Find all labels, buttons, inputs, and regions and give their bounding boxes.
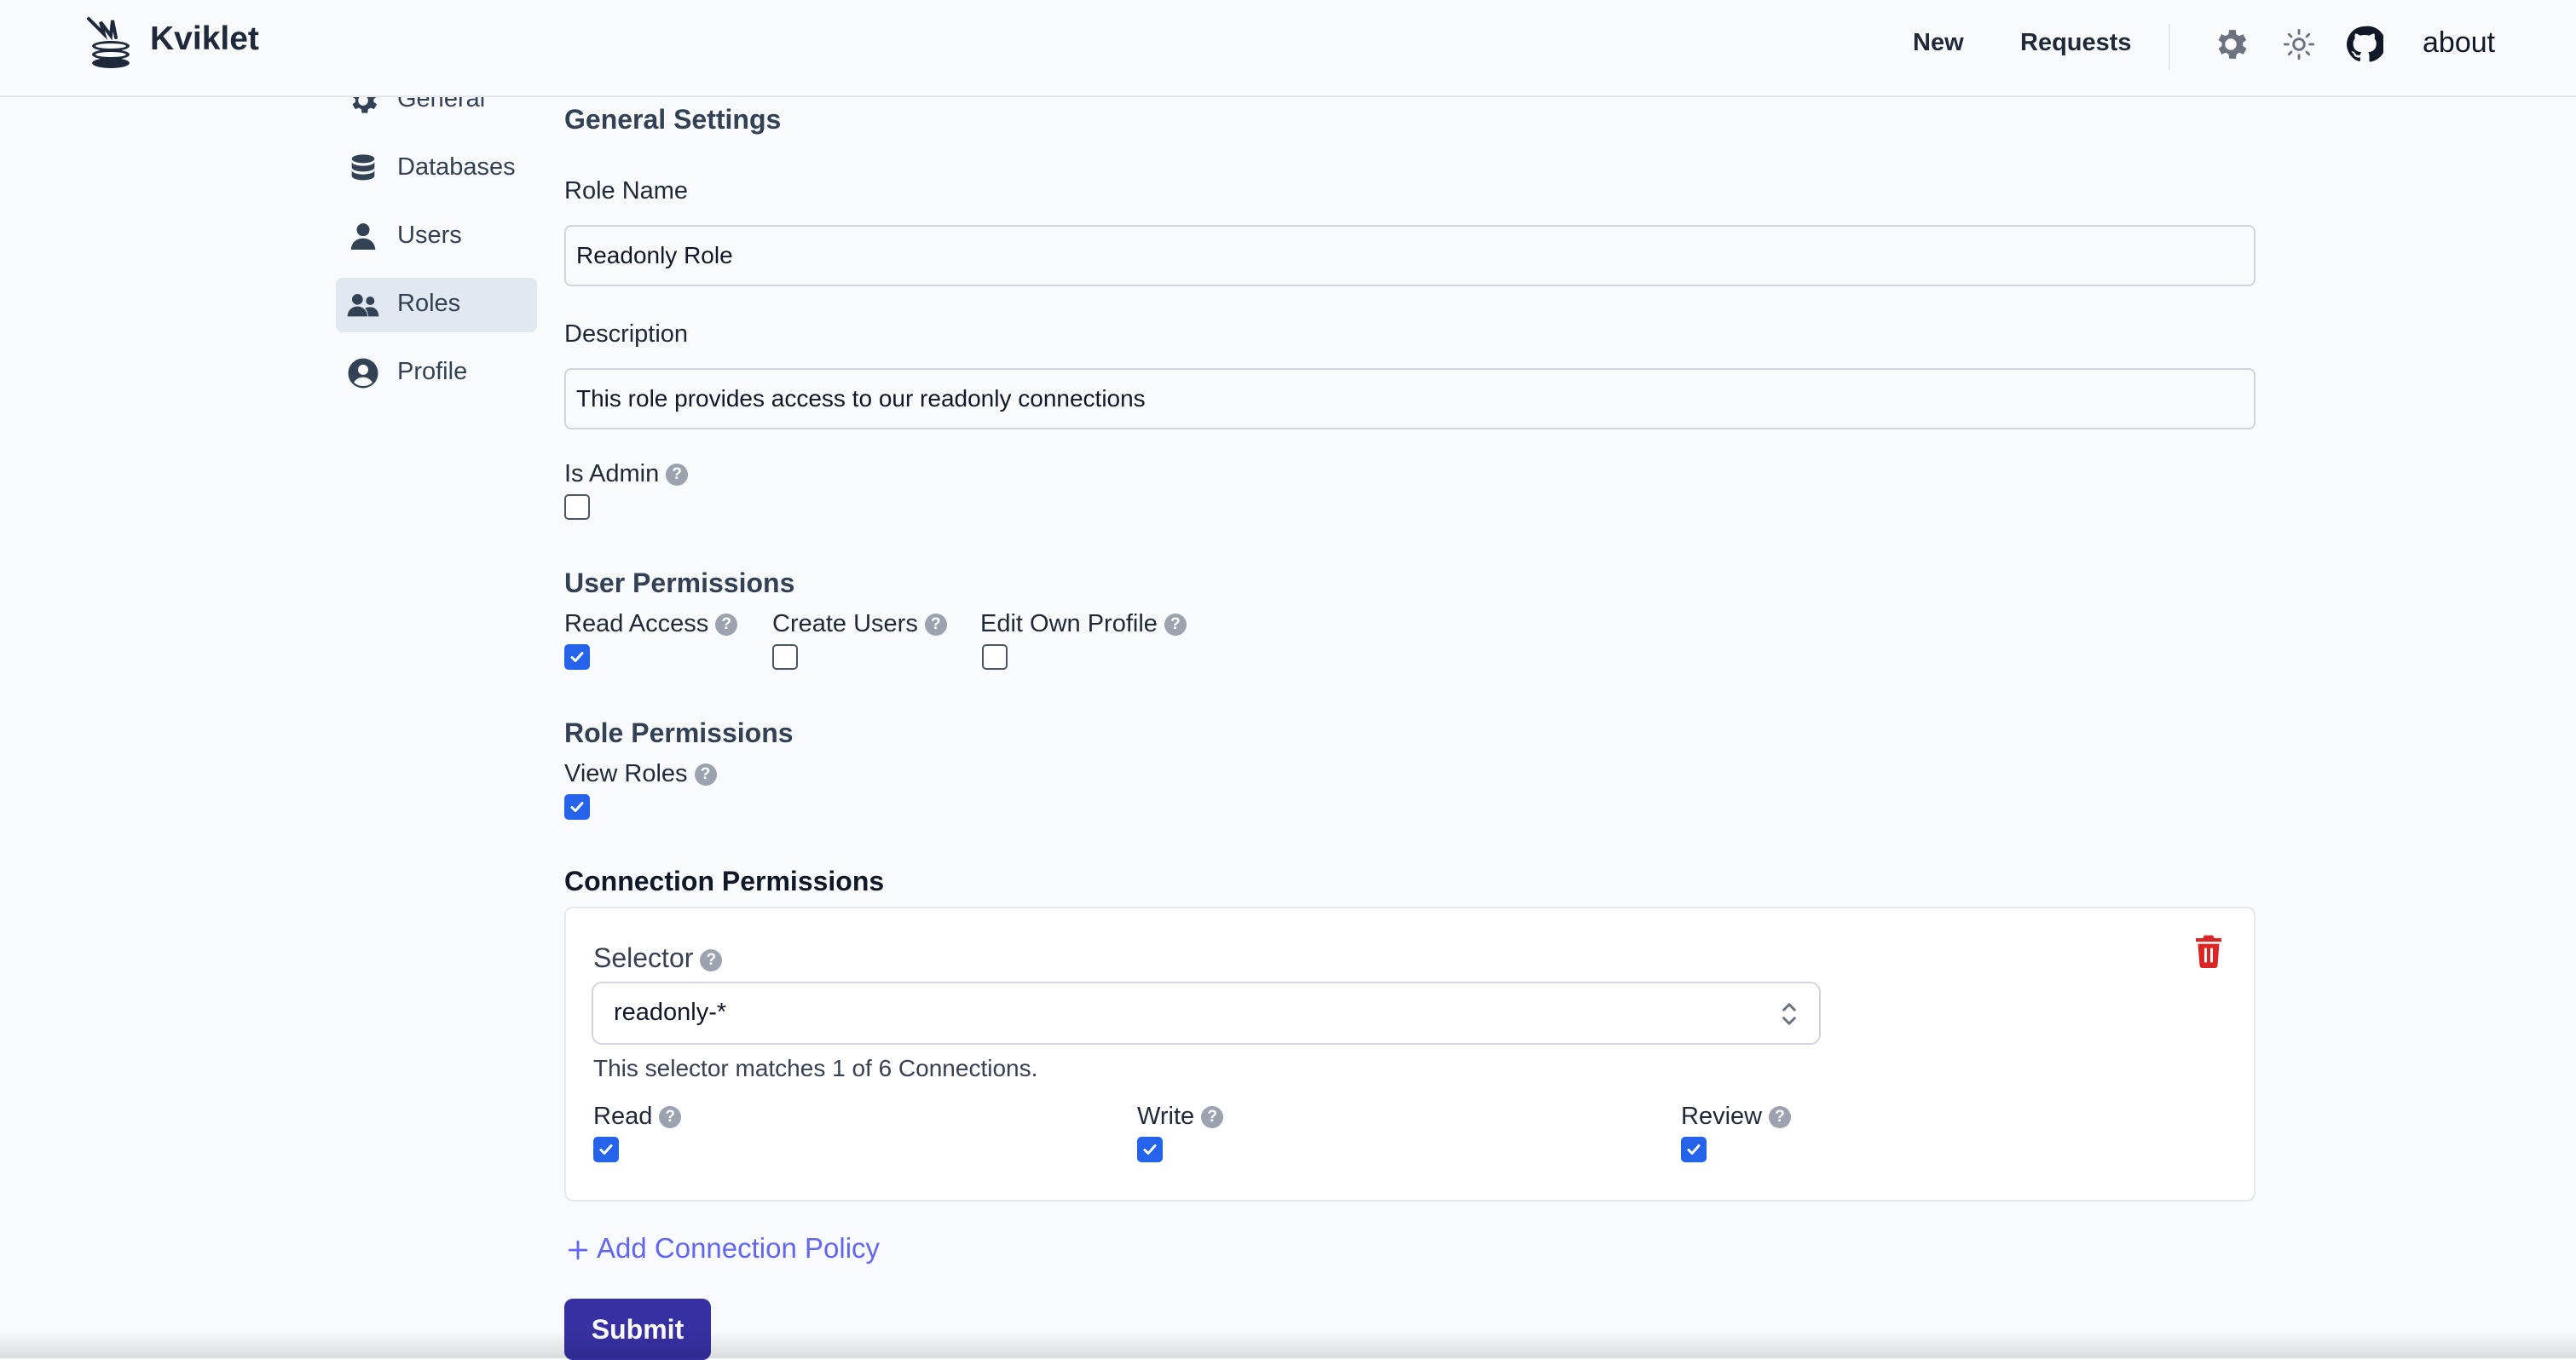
user-permissions-heading: User Permissions	[564, 568, 795, 598]
nav-new-link[interactable]: New	[1913, 29, 1964, 57]
sidebar-item-label: Roles	[397, 290, 461, 317]
sidebar-item-label: Databases	[397, 153, 516, 181]
github-icon[interactable]	[2346, 26, 2383, 63]
create-users-checkbox[interactable]	[772, 644, 798, 670]
help-icon[interactable]: ?	[700, 948, 723, 971]
create-users-label-row: Create Users?	[772, 610, 947, 638]
database-icon	[351, 154, 375, 181]
is-admin-checkbox[interactable]	[564, 494, 590, 520]
review-label: Review	[1681, 1103, 1763, 1130]
role-permissions-heading: Role Permissions	[564, 717, 794, 748]
top-navbar: Kviklet New Requests about	[0, 0, 2576, 97]
window-bottom-shadow	[0, 1329, 2576, 1358]
user-circle-icon	[348, 358, 378, 389]
selector-label-row: Selector?	[593, 942, 723, 974]
sidebar-item-label: Users	[397, 222, 462, 249]
read-checkbox[interactable]	[593, 1137, 619, 1162]
help-icon[interactable]: ?	[715, 614, 738, 637]
sidebar-item-profile[interactable]: Profile	[336, 346, 537, 401]
selector-match-text: This selector matches 1 of 6 Connections…	[593, 1055, 1038, 1081]
chevron-up-down-icon	[1782, 1003, 1796, 1025]
help-icon[interactable]: ?	[666, 464, 689, 487]
checkmark-icon	[570, 802, 584, 812]
connection-permissions-heading: Connection Permissions	[564, 866, 885, 896]
sidebar-item-users[interactable]: Users	[336, 210, 537, 264]
add-connection-policy-label: Add Connection Policy	[597, 1232, 881, 1264]
edit-own-profile-label-row: Edit Own Profile?	[980, 610, 1187, 638]
create-users-label: Create Users	[772, 610, 918, 637]
read-access-label-row: Read Access?	[564, 610, 738, 638]
nav-divider	[2169, 24, 2170, 70]
gear-icon[interactable]	[2211, 25, 2250, 64]
read-label: Read	[593, 1103, 653, 1130]
brand-name[interactable]: Kviklet	[150, 20, 259, 58]
sun-icon[interactable]	[2283, 28, 2315, 61]
edit-own-profile-checkbox[interactable]	[982, 644, 1008, 670]
is-admin-label: Is Admin	[564, 460, 660, 487]
help-icon[interactable]: ?	[659, 1106, 682, 1129]
selector-value: readonly-*	[614, 999, 727, 1026]
general-settings-heading: General Settings	[564, 104, 782, 135]
about-link[interactable]: about	[2423, 26, 2495, 60]
read-access-checkbox[interactable]	[564, 644, 590, 670]
help-icon[interactable]: ?	[1201, 1106, 1224, 1129]
help-icon[interactable]: ?	[694, 764, 717, 787]
read-label-row: Read?	[593, 1103, 682, 1131]
users-icon	[347, 294, 379, 317]
write-label: Write	[1137, 1103, 1195, 1130]
description-input[interactable]	[564, 368, 2255, 429]
kviklet-logo-icon[interactable]	[84, 15, 138, 73]
submit-button[interactable]: Submit	[564, 1299, 711, 1360]
checkmark-icon	[1143, 1144, 1157, 1155]
sidebar-item-databases[interactable]: Databases	[336, 141, 537, 196]
description-label: Description	[564, 320, 689, 348]
help-icon[interactable]: ?	[1769, 1106, 1792, 1129]
role-name-label: Role Name	[564, 177, 689, 205]
checkmark-icon	[599, 1144, 613, 1155]
review-checkbox[interactable]	[1681, 1137, 1707, 1162]
sidebar-item-label: Profile	[397, 358, 468, 385]
write-label-row: Write?	[1137, 1103, 1224, 1131]
user-icon	[350, 223, 376, 250]
write-checkbox[interactable]	[1137, 1137, 1163, 1162]
view-roles-checkbox[interactable]	[564, 794, 590, 820]
sidebar-item-roles[interactable]: Roles	[336, 278, 537, 332]
help-icon[interactable]: ?	[1164, 614, 1187, 637]
is-admin-label-row: Is Admin?	[564, 460, 689, 488]
view-roles-label: View Roles	[564, 760, 688, 787]
read-access-label: Read Access	[564, 610, 709, 637]
view-roles-label-row: View Roles?	[564, 760, 717, 788]
edit-own-profile-label: Edit Own Profile	[980, 610, 1158, 637]
checkmark-icon	[570, 652, 584, 662]
selector-label: Selector	[593, 942, 694, 973]
plus-icon	[568, 1241, 588, 1260]
checkmark-icon	[1687, 1144, 1701, 1155]
add-connection-policy-button[interactable]: Add Connection Policy	[566, 1232, 880, 1265]
connection-policy-card	[564, 907, 2255, 1202]
trash-icon[interactable]	[2194, 934, 2223, 968]
review-label-row: Review?	[1681, 1103, 1792, 1131]
help-icon[interactable]: ?	[924, 614, 947, 637]
selector-combobox[interactable]: readonly-*	[592, 982, 1821, 1045]
nav-requests-link[interactable]: Requests	[2020, 29, 2132, 57]
role-name-input[interactable]	[564, 225, 2255, 286]
